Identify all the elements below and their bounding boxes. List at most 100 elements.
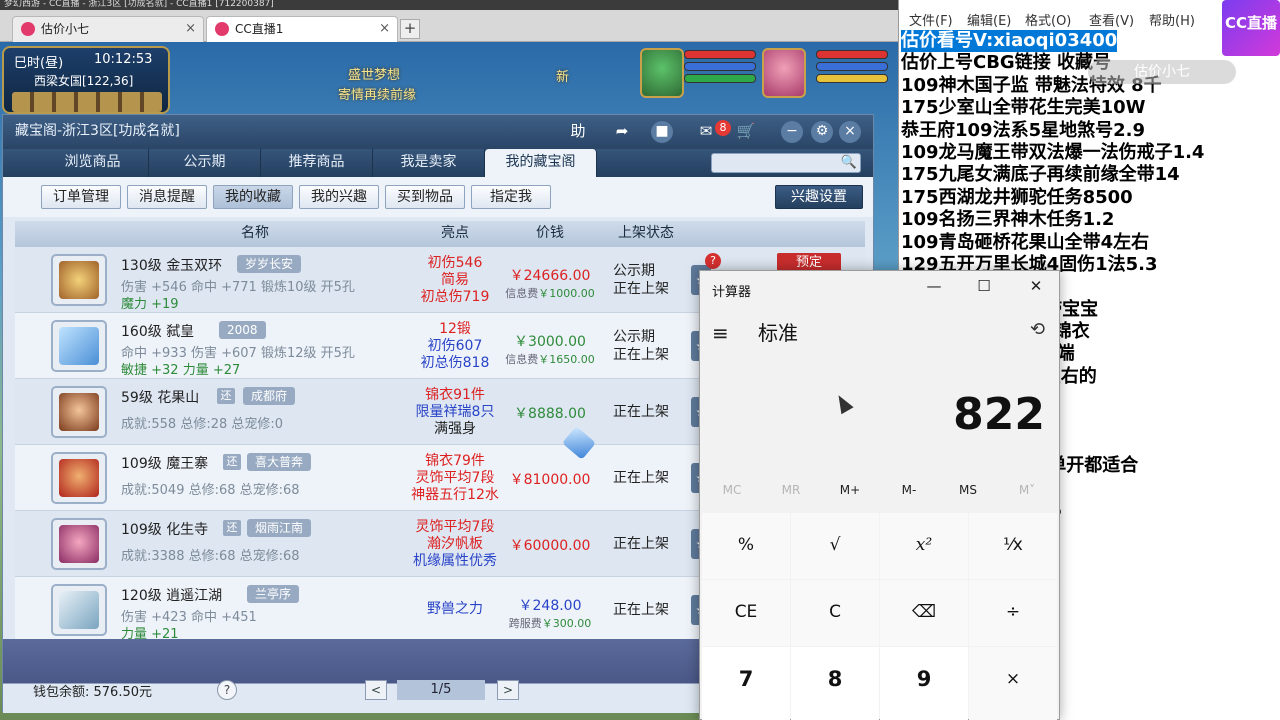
item-stats-extra: 力量 +21 xyxy=(121,627,179,639)
search-icon[interactable]: 🔍 xyxy=(841,155,857,170)
menu-file[interactable]: 文件(F) xyxy=(909,10,953,29)
interest-settings-button[interactable]: 兴趣设置 xyxy=(775,185,863,209)
memory-subtract-button[interactable]: M- xyxy=(879,483,939,497)
pet-portrait[interactable] xyxy=(640,48,684,98)
item-title: 59级 花果山 xyxy=(121,390,200,406)
text-line: 175少室山全带花生完美10W xyxy=(901,97,1146,119)
tab-appraisal[interactable]: 估价小七 × xyxy=(12,16,204,42)
memory-row: MC MR M+ M- MS M˅ xyxy=(700,483,1059,503)
menu-help[interactable]: 帮助(H) xyxy=(1149,10,1195,29)
server-tag: 烟雨江南 xyxy=(247,519,312,537)
item-stats: 成就:3388 总修:68 总宠修:68 xyxy=(121,549,300,564)
memory-store-button[interactable]: MS xyxy=(938,483,998,497)
tab-label: CC直播1 xyxy=(235,22,284,36)
item-title: 109级 魔王寨 xyxy=(121,456,209,472)
item-stats-extra: 魔力 +19 xyxy=(121,297,179,312)
reciprocal-key[interactable]: ¹⁄x xyxy=(969,513,1057,579)
calculator-mode: 标准 xyxy=(758,321,798,345)
item-price: ￥24666.00 信息费￥1000.00 xyxy=(505,268,595,300)
tab-seller[interactable]: 我是卖家 xyxy=(373,149,485,177)
text-line: 109青岛砸桥花果山全带4左右 xyxy=(901,231,1150,253)
col-price: 价钱 xyxy=(536,225,564,241)
item-title: 130级 金玉双环 xyxy=(121,258,223,274)
listing-status: 公示期 正在上架 xyxy=(613,329,669,363)
backspace-key[interactable]: ⌫ xyxy=(880,580,968,646)
cart-icon[interactable]: 🛒 xyxy=(735,121,757,143)
sqrt-key[interactable]: √ xyxy=(791,513,879,579)
table-header: 名称 亮点 价钱 上架状态 xyxy=(15,221,865,247)
item-thumbnail[interactable] xyxy=(51,518,107,570)
tab-close-icon[interactable]: × xyxy=(379,17,390,41)
menu-icon[interactable]: ≡ xyxy=(712,321,729,345)
item-price: ￥81000.00 xyxy=(509,472,591,488)
item-title: 109级 化生寺 xyxy=(121,522,209,538)
help-icon[interactable]: ? xyxy=(705,253,721,269)
server-tag: 喜大普奔 xyxy=(247,453,312,471)
server-tag: 兰亭序 xyxy=(247,585,300,603)
percent-key[interactable]: % xyxy=(702,513,790,579)
history-icon[interactable]: ⟲ xyxy=(1030,319,1045,340)
square-key[interactable]: x² xyxy=(880,513,968,579)
message-icon[interactable]: ✉ xyxy=(695,121,717,143)
settings-icon[interactable]: ⚙ xyxy=(811,121,833,143)
close-button[interactable]: × xyxy=(839,121,861,143)
memory-clear-button[interactable]: MC xyxy=(702,483,762,497)
next-page-button[interactable]: > xyxy=(497,680,519,700)
prev-page-button[interactable]: < xyxy=(365,680,387,700)
scene-banner-text: 寄情再续前缘 xyxy=(338,88,417,103)
tab-close-icon[interactable]: × xyxy=(185,17,196,41)
memory-recall-button[interactable]: MR xyxy=(761,483,821,497)
tab-label: 估价小七 xyxy=(41,22,90,36)
clear-entry-key[interactable]: CE xyxy=(702,580,790,646)
scene-banner-text: 盛世梦想 xyxy=(348,68,401,83)
tab-browse[interactable]: 浏览商品 xyxy=(37,149,149,177)
item-thumbnail[interactable] xyxy=(51,584,107,636)
minimize-button[interactable]: − xyxy=(781,121,803,143)
digit-9-key[interactable]: 9 xyxy=(880,647,968,720)
menu-view[interactable]: 查看(V) xyxy=(1089,10,1134,29)
player-portrait[interactable] xyxy=(762,48,806,98)
digit-7-key[interactable]: 7 xyxy=(702,647,790,720)
share-icon[interactable]: ➦ xyxy=(611,121,633,143)
purchased-items-button[interactable]: 买到物品 xyxy=(385,185,465,209)
text-line: 109名扬三界神木任务1.2 xyxy=(901,209,1115,231)
game-quick-icons[interactable] xyxy=(12,92,162,112)
my-interests-button[interactable]: 我的兴趣 xyxy=(299,185,379,209)
browser-tabbar: 估价小七 × CC直播1 × + xyxy=(0,10,898,42)
item-thumbnail[interactable] xyxy=(51,320,107,372)
divide-key[interactable]: ÷ xyxy=(969,580,1057,646)
return-badge: 还 xyxy=(223,454,241,470)
stop-icon[interactable]: ■ xyxy=(651,121,673,143)
wallet-help-icon[interactable]: ? xyxy=(217,680,237,700)
new-tab-button[interactable]: + xyxy=(400,19,420,39)
minimize-button[interactable]: — xyxy=(914,277,954,295)
maximize-button[interactable]: ☐ xyxy=(964,277,1004,295)
tab-recommended[interactable]: 推荐商品 xyxy=(261,149,373,177)
tab-public-period[interactable]: 公示期 xyxy=(149,149,261,177)
menu-format[interactable]: 格式(O) xyxy=(1025,10,1071,29)
designated-me-button[interactable]: 指定我 xyxy=(471,185,551,209)
text-line: 175九尾女满底子再续前缘全带14 xyxy=(901,164,1180,186)
message-reminder-button[interactable]: 消息提醒 xyxy=(127,185,207,209)
memory-add-button[interactable]: M+ xyxy=(820,483,880,497)
close-button[interactable]: ✕ xyxy=(1016,277,1056,295)
my-favorites-button[interactable]: 我的收藏 xyxy=(213,185,293,209)
memory-list-button[interactable]: M˅ xyxy=(997,483,1057,497)
item-thumbnail[interactable] xyxy=(51,452,107,504)
site-icon xyxy=(21,22,35,36)
game-time-panel: 巳时(昼) 10:12:53 西梁女国[122,36] xyxy=(2,46,170,114)
listing-status: 正在上架 xyxy=(613,602,669,618)
order-management-button[interactable]: 订单管理 xyxy=(41,185,121,209)
tab-cc-live[interactable]: CC直播1 × xyxy=(206,16,398,42)
page-indicator: 1/5 xyxy=(397,680,485,700)
shop-search-input[interactable]: 🔍 xyxy=(711,153,861,173)
item-thumbnail[interactable] xyxy=(51,254,107,306)
item-thumbnail[interactable] xyxy=(51,386,107,438)
clear-key[interactable]: C xyxy=(791,580,879,646)
multiply-key[interactable]: × xyxy=(969,647,1057,720)
digit-8-key[interactable]: 8 xyxy=(791,647,879,720)
help-button[interactable]: 助 xyxy=(567,121,589,143)
menu-edit[interactable]: 编辑(E) xyxy=(967,10,1011,29)
game-time-label: 巳时(昼) xyxy=(14,56,64,71)
tab-my-pavilion[interactable]: 我的藏宝阁 xyxy=(485,149,597,177)
